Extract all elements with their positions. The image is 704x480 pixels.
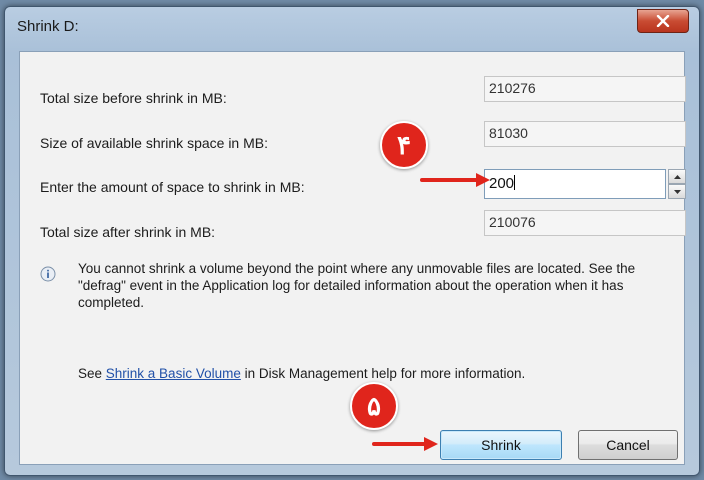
close-icon [656,15,670,27]
shrink-amount-label: Enter the amount of space to shrink in M… [40,179,305,195]
spin-down-button[interactable] [668,184,686,199]
close-button[interactable] [637,9,689,33]
total-after-label: Total size after shrink in MB: [40,224,216,240]
shrink-amount-value: 200 [489,175,515,192]
total-before-label: Total size before shrink in MB: [40,90,227,106]
spin-up-button[interactable] [668,169,686,184]
total-before-value: 210276 [484,76,686,102]
step-5-badge: ۵ [350,382,398,430]
shrink-amount-spinner [668,169,686,199]
step-4-arrow-icon [420,173,490,187]
step-5-arrow-icon [372,437,438,451]
help-prefix: See [78,366,106,381]
shrink-basic-volume-link[interactable]: Shrink a Basic Volume [106,366,241,381]
help-line: See Shrink a Basic Volume in Disk Manage… [78,366,525,381]
title-bar[interactable]: Shrink D: [5,7,699,45]
shrink-amount-input[interactable]: 200 [484,169,666,199]
text-caret [514,175,516,190]
shrink-button[interactable]: Shrink [440,430,562,460]
available-space-label: Size of available shrink space in MB: [40,135,268,151]
help-suffix: in Disk Management help for more informa… [240,366,526,381]
info-icon [40,266,56,282]
window-title: Shrink D: [17,18,79,35]
step-4-badge: ۴ [380,121,428,169]
total-after-value: 210076 [484,210,686,236]
available-space-value: 81030 [484,121,686,147]
info-message: You cannot shrink a volume beyond the po… [78,261,636,310]
caret-up-icon [673,174,681,179]
cancel-button[interactable]: Cancel [578,430,678,460]
caret-down-icon [673,189,681,194]
